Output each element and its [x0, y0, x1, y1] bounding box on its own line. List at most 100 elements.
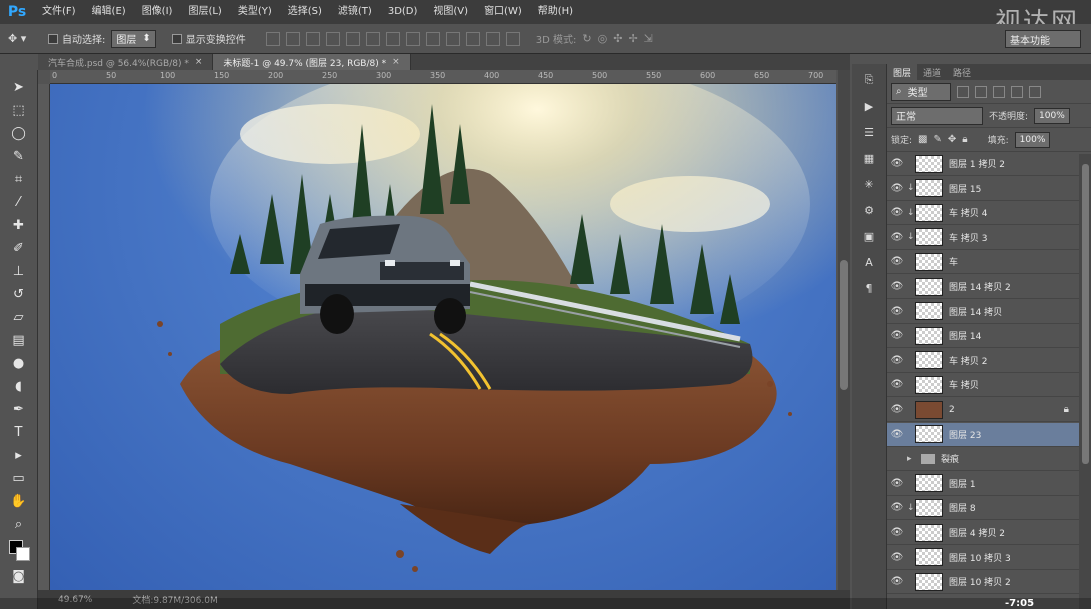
slide-3d-icon[interactable]: ✢ [628, 32, 637, 45]
layer-row[interactable]: 👁︎ ↓ 车 拷贝 3 [887, 226, 1079, 250]
blend-mode-dropdown[interactable]: 正常 [891, 106, 983, 125]
menu-item[interactable]: 文件(F) [34, 0, 84, 24]
layers-scrollbar[interactable] [1079, 154, 1091, 609]
visibility-eye-icon[interactable]: 👁︎ [887, 379, 907, 390]
layer-row[interactable]: 👁︎ 图层 4 拷贝 2 [887, 521, 1079, 545]
rotate-3d-icon[interactable]: ↻ [582, 32, 591, 45]
layer-row[interactable]: 👁︎ ↓ 图层 8 [887, 496, 1079, 521]
visibility-eye-icon[interactable]: 👁︎ [887, 306, 907, 317]
fill-input[interactable]: 100% [1014, 131, 1051, 148]
lock-position-icon[interactable]: ✥ [948, 134, 956, 145]
visibility-eye-icon[interactable]: 👁︎ [887, 527, 907, 538]
tab-car-composite[interactable]: 汽车合成.psd @ 56.4%(RGB/8) * × [38, 54, 214, 70]
distribute-right-icon[interactable] [485, 31, 500, 46]
menu-item[interactable]: 视图(V) [425, 0, 476, 24]
distribute-left-icon[interactable] [445, 31, 460, 46]
auto-select-checkbox[interactable] [48, 33, 58, 44]
layer-row[interactable]: 👁︎ 图层 23 [887, 422, 1079, 447]
tab-paths[interactable]: 路径 [947, 64, 977, 80]
type-tool-icon[interactable]: T [9, 423, 29, 441]
menu-item[interactable]: 编辑(E) [84, 0, 134, 24]
visibility-eye-icon[interactable]: 👁︎ [887, 404, 907, 415]
layer-row[interactable]: 👁︎ 图层 10 拷贝 2 [887, 570, 1079, 595]
layer-row[interactable]: 👁︎ ↓ 图层 15 [887, 177, 1079, 201]
tab-channels[interactable]: 通道 [917, 64, 947, 80]
history-brush-icon[interactable]: ↺ [9, 285, 29, 303]
actions-icon[interactable]: ▶ [861, 98, 877, 114]
pan-3d-icon[interactable]: ✣ [613, 32, 622, 45]
filter-shape-icon[interactable] [1011, 85, 1023, 98]
distribute-bottom-icon[interactable] [425, 31, 440, 46]
visibility-eye-icon[interactable]: 👁︎ [887, 576, 907, 587]
quick-mask-icon[interactable]: ◙ [9, 567, 29, 585]
layer-row[interactable]: 👁︎ 图层 14 拷贝 2 [887, 275, 1079, 299]
align-vcenter-icon[interactable] [285, 31, 300, 46]
character-icon[interactable]: A [861, 254, 877, 270]
filter-adjust-icon[interactable] [975, 85, 987, 98]
auto-select-option[interactable]: 自动选择: [48, 31, 105, 46]
layer-row[interactable]: 👁︎ 图层 14 拷贝 [887, 300, 1079, 324]
lock-transparent-icon[interactable]: ▩ [918, 134, 927, 145]
show-transform-option[interactable]: 显示变换控件 [171, 31, 246, 46]
visibility-eye-icon[interactable]: 👁︎ [887, 256, 907, 267]
tab-untitled[interactable]: 未标题-1 @ 49.7% (图层 23, RGB/8) * × [213, 54, 411, 70]
menu-item[interactable]: 窗口(W) [476, 0, 530, 24]
brush-preset-icon[interactable]: ✳ [861, 176, 877, 192]
gradient-tool-icon[interactable]: ▤ [9, 331, 29, 349]
menu-item[interactable]: 帮助(H) [530, 0, 581, 24]
show-transform-checkbox[interactable] [171, 33, 182, 44]
layer-row[interactable]: 👁︎ 图层 1 [887, 472, 1079, 496]
layer-row[interactable]: ▸ 裂痕 [887, 447, 1079, 472]
visibility-eye-icon[interactable]: 👁︎ [887, 158, 907, 169]
document-canvas[interactable] [50, 84, 836, 590]
lock-pixels-icon[interactable]: ✎ [934, 134, 942, 145]
zoom-tool-icon[interactable]: ⌕ [9, 515, 29, 533]
pen-tool-icon[interactable]: ✒ [9, 400, 29, 418]
layer-row[interactable]: 👁︎ 车 拷贝 [887, 373, 1079, 398]
align-top-icon[interactable] [265, 31, 280, 46]
menu-item[interactable]: 滤镜(T) [330, 0, 380, 24]
distribute-hcenter-icon[interactable] [465, 31, 480, 46]
visibility-eye-icon[interactable]: 👁︎ [887, 207, 907, 218]
eraser-tool-icon[interactable]: ▱ [9, 308, 29, 326]
filter-pixel-icon[interactable] [957, 85, 969, 98]
brush-tool-icon[interactable]: ✐ [9, 239, 29, 257]
hand-tool-icon[interactable]: ✋ [9, 492, 29, 510]
menu-item[interactable]: 图层(L) [180, 0, 229, 24]
align-left-icon[interactable] [325, 31, 340, 46]
visibility-eye-icon[interactable]: 👁︎ [887, 552, 907, 563]
visibility-eye-icon[interactable]: 👁︎ [887, 355, 907, 366]
distribute-top-icon[interactable] [385, 31, 400, 46]
tool-preset-icon[interactable]: ⚙ [861, 202, 877, 218]
visibility-eye-icon[interactable]: 👁︎ [887, 429, 907, 440]
shape-tool-icon[interactable]: ▭ [9, 469, 29, 487]
lock-all-icon[interactable]: 🔒︎ [962, 134, 967, 145]
quick-select-tool-icon[interactable]: ✎ [9, 147, 29, 165]
crop-tool-icon[interactable]: ⌗ [9, 170, 29, 188]
layer-filter-dropdown[interactable]: ⌕ 类型 [891, 82, 951, 101]
visibility-eye-icon[interactable]: 👁︎ [887, 281, 907, 292]
auto-align-icon[interactable] [505, 31, 520, 46]
layer-row[interactable]: 👁︎ 图层 10 拷贝 3 [887, 546, 1079, 570]
layer-row[interactable]: 👁︎ 图层 1 拷贝 2 [887, 152, 1079, 176]
align-hcenter-icon[interactable] [345, 31, 360, 46]
opacity-input[interactable]: 100% [1034, 107, 1070, 124]
menu-item[interactable]: 选择(S) [280, 0, 330, 24]
visibility-eye-icon[interactable]: 👁︎ [887, 232, 907, 243]
distribute-vcenter-icon[interactable] [405, 31, 420, 46]
video-progress-bar[interactable] [0, 598, 1091, 609]
paragraph-icon[interactable]: ¶ [861, 280, 877, 296]
filter-type-icon[interactable] [993, 85, 1005, 98]
history-icon[interactable]: ⎘ [861, 72, 877, 88]
move-tool-preset[interactable]: ✥ ▾ [8, 28, 42, 50]
color-swatches[interactable] [7, 538, 31, 562]
layer-row[interactable]: 👁︎ 车 拷贝 2 [887, 349, 1079, 373]
filter-smart-icon[interactable] [1029, 85, 1041, 98]
align-right-icon[interactable] [365, 31, 380, 46]
clone-source-icon[interactable]: ▣ [861, 228, 877, 244]
menu-item[interactable]: 类型(Y) [230, 0, 280, 24]
scale-3d-icon[interactable]: ⇲ [644, 32, 653, 45]
styles-icon[interactable]: ▦ [861, 150, 877, 166]
path-select-tool-icon[interactable]: ▸ [9, 446, 29, 464]
tab-layers[interactable]: 图层 [887, 64, 918, 80]
